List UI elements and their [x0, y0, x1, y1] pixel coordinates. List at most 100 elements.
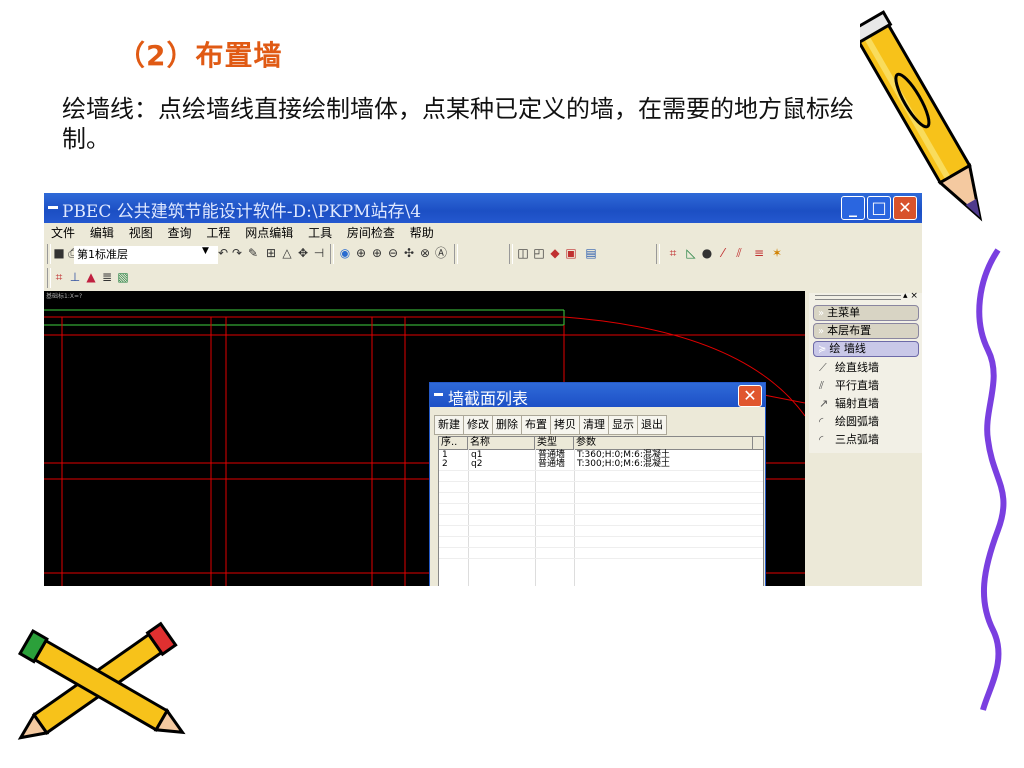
building-icon[interactable]: ⊥ [68, 270, 82, 284]
window-titlebar[interactable]: PBEC 公共建筑节能设计软件-D:\PKPM站存\4 _ □ ✕ [44, 193, 922, 223]
hatch-icon[interactable]: ≡ [752, 246, 766, 260]
dialog-close-button[interactable]: ✕ [738, 385, 762, 407]
toolbar-separator [330, 244, 334, 264]
report-icon[interactable]: ▧ [116, 270, 130, 284]
double-line-icon[interactable]: ⫽ [732, 246, 746, 260]
new-button[interactable]: 新建 [434, 415, 464, 435]
delete-button[interactable]: 删除 [492, 415, 522, 435]
arc-icon: ◜ [819, 415, 824, 428]
dialog-title: 墙截面列表 [448, 389, 529, 408]
menu-edit[interactable]: 编辑 [90, 224, 114, 242]
zoom-window-icon[interactable]: ⊕ [354, 246, 368, 260]
cube-icon[interactable]: ◫ [516, 246, 530, 260]
item-label: 三点弧墙 [835, 433, 879, 446]
undo-icon[interactable]: ↶ [216, 246, 230, 260]
draw-straight-wall-item[interactable]: ⟋ 绘直线墙 [819, 359, 879, 376]
3d-view-icon[interactable]: ◉ [338, 246, 352, 260]
floor-select[interactable]: 第1标准层 [74, 246, 218, 264]
save-icon[interactable]: ■ [52, 246, 66, 260]
column-header-params[interactable]: 参数 [574, 437, 753, 449]
line-icon[interactable]: ⁄ [716, 246, 730, 260]
move-icon[interactable]: ✥ [296, 246, 310, 260]
copy-button[interactable]: 拷贝 [550, 415, 580, 435]
angle-icon[interactable]: ◺ [684, 246, 698, 260]
point-icon[interactable]: ● [700, 246, 714, 260]
modify-button[interactable]: 修改 [463, 415, 493, 435]
floor-layout-button[interactable]: » 本层布置 [813, 323, 919, 339]
table-row[interactable]: 2 q2 普通墙 T:300;H:0;M:6:混凝土 [439, 459, 763, 469]
row-divider [439, 558, 763, 559]
toolbar-separator [509, 244, 513, 264]
squiggle-line-decoration [976, 248, 1007, 711]
dialog-button-bar: 新建 修改 删除 布置 拷贝 清理 显示 退出 [434, 413, 667, 435]
grid-layout-icon[interactable]: ⌗ [52, 270, 66, 284]
zoom-all-icon[interactable]: ⊗ [418, 246, 432, 260]
row-divider [439, 503, 763, 504]
menu-help[interactable]: 帮助 [410, 224, 434, 242]
three-point-arc-item[interactable]: ◜ 三点弧墙 [819, 431, 879, 448]
menu-file[interactable]: 文件 [51, 224, 75, 242]
dialog-titlebar[interactable]: 墙截面列表 ✕ [430, 383, 765, 408]
redo-icon[interactable]: ↷ [230, 246, 244, 260]
column-header-no[interactable]: 序.. [439, 437, 468, 449]
zoom-in-icon[interactable]: ⊕ [370, 246, 384, 260]
cleanup-icon[interactable]: ✶ [770, 246, 784, 260]
item-label: 绘圆弧墙 [835, 415, 879, 428]
brush-icon[interactable]: ✎ [246, 246, 260, 260]
menu-grid-edit[interactable]: 网点编辑 [245, 224, 293, 242]
list-icon[interactable]: ≣ [100, 270, 114, 284]
exit-button[interactable]: 退出 [637, 415, 667, 435]
cell-type: 普通墙 [538, 459, 566, 469]
zoom-out-icon[interactable]: ⊖ [386, 246, 400, 260]
zoom-previous-icon[interactable]: Ⓐ [434, 246, 448, 260]
main-menu-label: 主菜单 [827, 306, 861, 319]
place-button[interactable]: 布置 [521, 415, 551, 435]
row-divider [439, 492, 763, 493]
eye-icon[interactable]: ◆ [548, 246, 562, 260]
row-divider [439, 525, 763, 526]
panel-close-icon[interactable]: ▴ × [903, 291, 918, 301]
offset-icon[interactable]: ⊣ [312, 246, 326, 260]
menu-project[interactable]: 工程 [206, 224, 230, 242]
arc-wall-item[interactable]: ◜ 绘圆弧墙 [819, 413, 879, 430]
row-divider [439, 536, 763, 537]
main-menu-button[interactable]: » 主菜单 [813, 305, 919, 321]
copy-view-icon[interactable]: ▣ [564, 246, 578, 260]
marker-icon[interactable]: ▲ [84, 270, 98, 284]
draw-wall-button[interactable]: ≽ 绘 墙线 [813, 341, 919, 357]
draw-wall-label: 绘 墙线 [829, 342, 866, 355]
menu-view[interactable]: 视图 [129, 224, 153, 242]
side-menu-panel: ▴ × » 主菜单 » 本层布置 ≽ 绘 墙线 ⟋ 绘直线墙 ⫽ 平行直墙 ↗ 辐射直墙 ◜… [809, 291, 922, 453]
show-button[interactable]: 显示 [608, 415, 638, 435]
wall-section-dialog: 墙截面列表 ✕ 新建 修改 删除 布置 拷贝 清理 显示 退出 序.. 名称 类型 参数 1 … [429, 382, 766, 586]
radial-wall-item[interactable]: ↗ 辐射直墙 [819, 395, 879, 412]
toolbar-separator [454, 244, 458, 264]
axis-grid-icon[interactable]: ⌗ [666, 246, 680, 260]
clear-button[interactable]: 清理 [579, 415, 609, 435]
menu-room-check[interactable]: 房间检查 [347, 224, 395, 242]
toolbar-separator [47, 268, 51, 288]
item-label: 辐射直墙 [835, 397, 879, 410]
wall-section-table[interactable]: 序.. 名称 类型 参数 1 q1 普通墙 T:360;H:0;M:6:混凝土 … [438, 436, 764, 586]
wireframe-icon[interactable]: ◰ [532, 246, 546, 260]
database-icon[interactable]: ▤ [584, 246, 598, 260]
column-header-type[interactable]: 类型 [535, 437, 574, 449]
grid-icon[interactable]: ⊞ [264, 246, 278, 260]
item-label: 平行直墙 [835, 379, 879, 392]
menu-tools[interactable]: 工具 [308, 224, 332, 242]
parallel-wall-item[interactable]: ⫽ 平行直墙 [819, 377, 879, 394]
pan-icon[interactable]: ✣ [402, 246, 416, 260]
slide-title: （2）布置墙 [117, 39, 283, 72]
cell-params: T:300;H:0;M:6:混凝土 [577, 459, 670, 469]
toolbar-separator [47, 244, 51, 264]
radial-line-icon: ↗ [819, 397, 829, 410]
menu-query[interactable]: 查询 [168, 224, 192, 242]
app-icon [48, 206, 58, 209]
secondary-toolbar: ⌗ ⊥ ▲ ≣ ▧ [44, 268, 922, 290]
mirror-icon[interactable]: △ [280, 246, 294, 260]
slide-body-text: 绘墙线：点绘墙线直接绘制墙体，点某种已定义的墙，在需要的地方鼠标绘制。 [62, 95, 854, 153]
panel-grip[interactable] [815, 295, 901, 300]
column-header-name[interactable]: 名称 [468, 437, 535, 449]
toolbar-separator [656, 244, 660, 264]
chevron-down-icon[interactable]: ▼ [202, 246, 209, 256]
